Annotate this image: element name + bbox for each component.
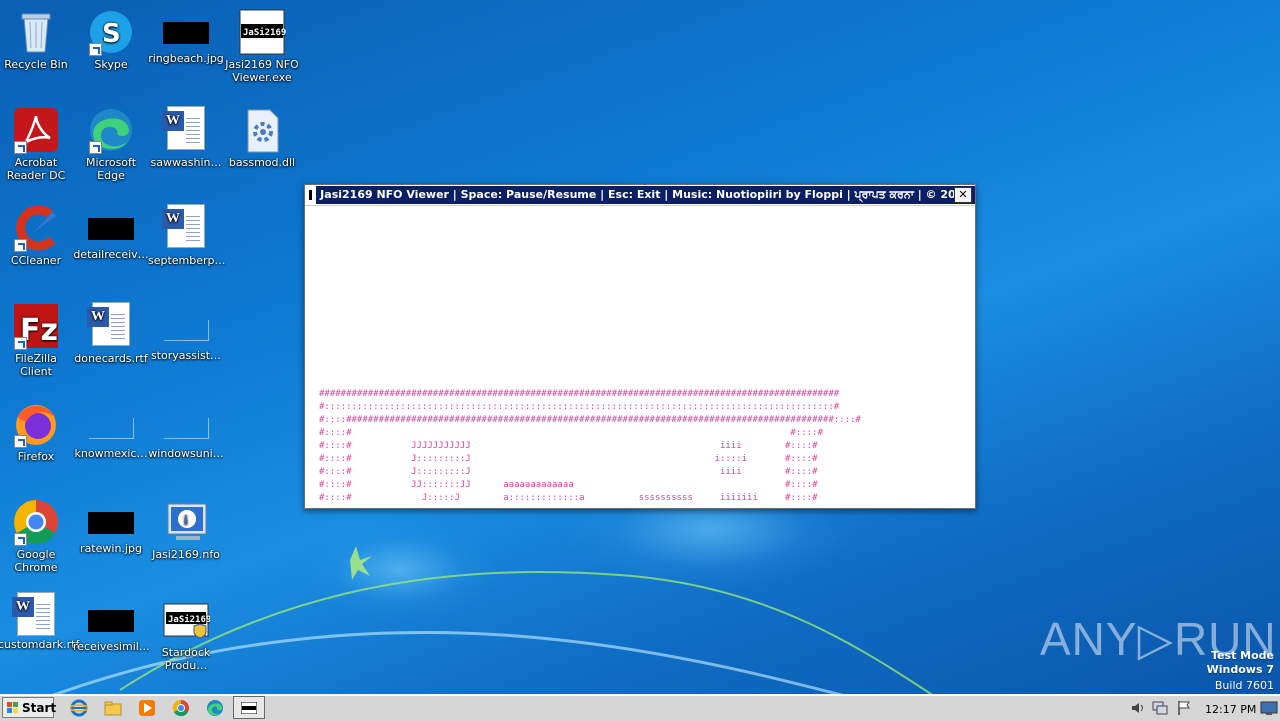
blank-file-icon [163,320,209,341]
windows-version-label: Windows 7 [1206,663,1274,676]
icon-label: knowmexic… [74,447,148,460]
nfo-viewer-window[interactable]: Jasi2169 NFO Viewer | Space: Pause/Resum… [304,184,976,509]
nfo-viewer-taskbar-button[interactable] [233,696,265,719]
edge-icon [87,106,135,154]
desktop-icon-ringbeach[interactable]: ringbeach.jpg [148,2,224,65]
nfo-viewer-taskbar-icon [241,702,257,714]
word-doc-icon: W [12,592,55,636]
taskbar: Start 12:17 PM [0,694,1280,721]
icon-label: ringbeach.jpg [148,52,224,65]
app-icon [309,190,313,200]
windows-logo-icon [7,702,18,713]
icon-label: donecards.rtf [74,352,148,365]
icon-label: customdark.rtf [0,638,80,651]
desktop-icon-stardock[interactable]: JaSi2169 Stardock Produ… [148,590,224,672]
desktop-icon-nfo-viewer-exe[interactable]: JaSi2169 Jasi2169 NFO Viewer.exe [224,2,300,84]
icon-label: FileZilla Client [15,352,57,378]
dll-icon [238,106,286,154]
desktop-icon-storyassist[interactable]: storyassist… [148,296,224,362]
desktop-icon-ratewin[interactable]: ratewin.jpg [73,492,149,555]
ccleaner-icon [12,204,60,252]
build-label: Build 7601 [1214,679,1274,692]
svg-text:JaSi2169: JaSi2169 [243,27,286,38]
blank-file-icon [163,418,209,439]
desktop-icon-bassmod-dll[interactable]: bassmod.dll [224,100,300,169]
volume-icon[interactable] [1130,700,1146,716]
start-button[interactable]: Start [2,697,57,718]
icon-label: ratewin.jpg [80,542,142,555]
image-thumbnail-icon [88,610,134,632]
desktop-icon-detailreceiv[interactable]: detailreceiv… [73,198,149,261]
icon-label: sawwashin… [150,156,222,169]
info-file-icon: i [162,498,210,546]
taskbar-clock[interactable]: 12:17 PM [1205,703,1256,716]
nfo-ascii-art: ########################################… [319,389,861,503]
icon-label: Microsoft Edge [85,156,137,182]
desktop-icon-windowsuni[interactable]: windowsuni… [148,394,224,460]
skype-icon: S [87,8,135,56]
chrome-taskbar-icon[interactable] [172,699,190,717]
desktop-icon-acrobat[interactable]: Acrobat Reader DC [0,100,74,182]
svg-text:JaSi2169: JaSi2169 [168,614,210,625]
desktop-icon-edge[interactable]: Microsoft Edge [73,100,149,182]
icon-label: Stardock Produ… [161,646,211,672]
svg-text:i: i [184,512,188,527]
filezilla-icon: Fz [12,302,60,350]
word-doc-icon: W [87,302,130,346]
desktop-icon-donecards[interactable]: W donecards.rtf [73,296,149,365]
acrobat-icon [12,106,60,154]
edge-taskbar-icon[interactable] [206,699,224,717]
icon-label: Jasi2169.nfo [152,548,220,561]
desktop-icon-chrome[interactable]: Google Chrome [0,492,74,574]
icon-label: CCleaner [10,254,62,267]
image-thumbnail-icon [88,218,134,240]
desktop-icon-septemberp[interactable]: W septemberp… [148,198,226,267]
test-mode-label: Test Mode [1211,649,1274,662]
word-doc-icon: W [162,106,205,150]
recycle-bin-icon [12,8,60,56]
icon-label: bassmod.dll [228,156,296,169]
show-desktop-icon[interactable] [1260,699,1278,717]
desktop-icon-knowmexic[interactable]: knowmexic… [73,394,149,460]
desktop-icon-recycle-bin[interactable]: Recycle Bin [0,2,74,71]
desktop-icon-jasi2169-nfo[interactable]: i Jasi2169.nfo [148,492,224,561]
icon-label: Jasi2169 NFO Viewer.exe [225,58,299,84]
nfo-viewer-exe-icon: JaSi2169 [238,8,286,56]
desktop-icon-receivesimil[interactable]: receivesimil… [73,590,150,653]
media-player-icon[interactable] [138,699,156,717]
icon-label: Google Chrome [14,548,58,574]
internet-explorer-icon[interactable] [70,699,88,717]
window-titlebar[interactable]: Jasi2169 NFO Viewer | Space: Pause/Resum… [305,185,975,206]
icon-label: detailreceiv… [73,248,149,261]
image-thumbnail-icon [163,22,209,44]
desktop-icon-filezilla[interactable]: Fz FileZilla Client [0,296,74,378]
icon-label: septemberp… [148,254,226,267]
network-icon[interactable] [1152,700,1168,716]
flag-icon[interactable] [1176,700,1192,716]
window-title: Jasi2169 NFO Viewer | Space: Pause/Resum… [316,186,975,204]
icon-label: Skype [94,58,128,71]
icon-label: storyassist… [150,349,222,362]
firefox-icon [12,400,60,448]
svg-text:S: S [102,19,121,49]
icon-label: Recycle Bin [4,58,68,71]
icon-label: Acrobat Reader DC [6,156,66,182]
word-doc-icon: W [162,204,205,248]
desktop-icon-customdark[interactable]: W customdark.rtf [0,590,80,651]
explorer-icon[interactable] [104,699,122,717]
blank-file-icon [88,418,134,439]
desktop-icon-skype[interactable]: S Skype [73,2,149,71]
stardock-icon: JaSi2169 [162,596,211,644]
start-label: Start [22,701,57,715]
desktop-icon-ccleaner[interactable]: CCleaner [0,198,74,267]
icon-label: receivesimil… [73,640,150,653]
icon-label: Firefox [17,450,55,463]
desktop-icon-sawwashin[interactable]: W sawwashin… [148,100,224,169]
chrome-icon [12,498,60,546]
icon-label: windowsuni… [148,447,224,460]
close-button[interactable]: ✕ [954,187,972,203]
system-tray: 12:17 PM [1124,697,1280,719]
desktop-icon-firefox[interactable]: Firefox [0,394,74,463]
image-thumbnail-icon [88,512,134,534]
